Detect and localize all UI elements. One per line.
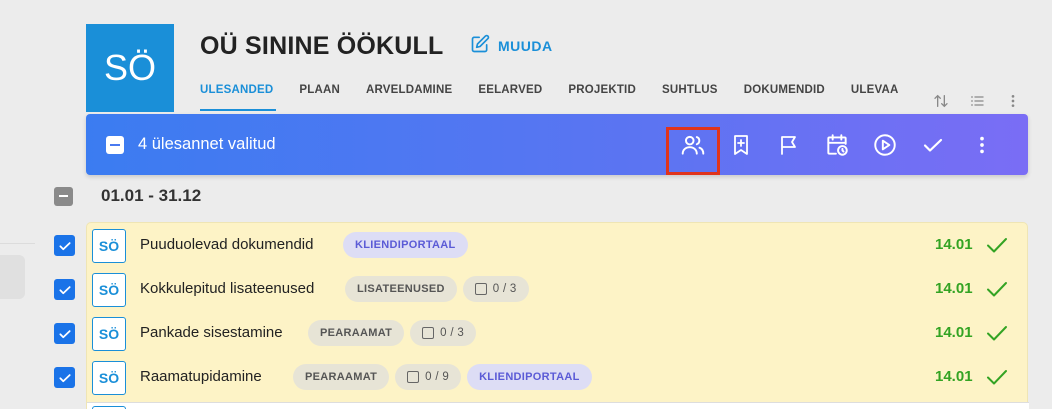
task-tags: PEARAAMAT 0 / 3 xyxy=(308,320,477,346)
checklist-count: 0 / 3 xyxy=(440,327,465,339)
view-tools xyxy=(932,92,1022,110)
task-tags: LISATEENUSED 0 / 3 xyxy=(345,276,529,302)
tab-plaan[interactable]: PLAAN xyxy=(299,84,340,102)
checklist-counter[interactable]: 0 / 3 xyxy=(462,276,529,302)
tag-chip[interactable]: LISATEENUSED xyxy=(345,276,457,302)
flag-icon[interactable] xyxy=(773,129,805,161)
task-row-partial[interactable] xyxy=(87,402,1029,409)
task-tags: PEARAAMAT 0 / 9 KLIENDIPORTAAL xyxy=(293,364,592,390)
checklist-counter[interactable]: 0 / 9 xyxy=(395,364,462,390)
client-avatar-small: SÖ xyxy=(92,317,126,351)
due-date: 14.01 xyxy=(935,236,973,253)
task-checkbox[interactable] xyxy=(54,279,75,300)
client-header: SÖ OÜ SININE ÖÖKULL MUUDA ÜLESANDED PLAA… xyxy=(86,24,1028,114)
more-vertical-icon[interactable] xyxy=(1004,92,1022,110)
due-date: 14.01 xyxy=(935,368,973,385)
task-checkbox[interactable] xyxy=(54,323,75,344)
task-row[interactable]: SÖ Raamatupidamine PEARAAMAT 0 / 9 KLIEN… xyxy=(54,355,1029,399)
add-bookmark-icon[interactable] xyxy=(725,129,757,161)
due-date: 14.01 xyxy=(935,324,973,341)
tag-chip[interactable]: KLIENDIPORTAAL xyxy=(343,232,468,258)
task-checkbox[interactable] xyxy=(54,235,75,256)
schedule-icon[interactable] xyxy=(821,129,853,161)
group-date-range: 01.01 - 31.12 xyxy=(101,186,202,205)
list-view-icon[interactable] xyxy=(968,92,986,110)
left-panel-tab[interactable] xyxy=(0,255,25,299)
task-title[interactable]: Raamatupidamine xyxy=(140,368,262,385)
tag-chip[interactable]: PEARAAMAT xyxy=(308,320,405,346)
deselect-all-checkbox[interactable] xyxy=(106,136,124,154)
task-title[interactable]: Puuduolevad dokumendid xyxy=(140,236,313,253)
task-title[interactable]: Kokkulepitud lisateenused xyxy=(140,280,314,297)
date-group-header: 01.01 - 31.12 xyxy=(54,186,201,206)
tab-eelarved[interactable]: EELARVED xyxy=(478,84,542,102)
checkbox-outline-icon xyxy=(474,283,487,295)
group-checkbox[interactable] xyxy=(54,186,73,206)
task-row[interactable]: SÖ Pankade sisestamine PEARAAMAT 0 / 3 1… xyxy=(54,311,1029,355)
selection-count-text: 4 ülesannet valitud xyxy=(138,135,276,153)
tag-chip[interactable]: KLIENDIPORTAAL xyxy=(467,364,592,390)
client-avatar-small: SÖ xyxy=(92,361,126,395)
client-avatar: SÖ xyxy=(86,24,174,112)
complete-check-icon[interactable] xyxy=(985,277,1009,301)
tab-arveldamine[interactable]: ARVELDAMINE xyxy=(366,84,452,102)
highlight-box xyxy=(666,127,720,175)
left-divider xyxy=(0,243,35,244)
checkbox-outline-icon xyxy=(422,327,435,339)
checklist-count: 0 / 9 xyxy=(425,371,450,383)
tab-suhtlus[interactable]: SUHTLUS xyxy=(662,84,718,102)
tab-dokumendid[interactable]: DOKUMENDID xyxy=(744,84,825,102)
complete-icon[interactable] xyxy=(917,129,949,161)
task-list: SÖ Puuduolevad dokumendid KLIENDIPORTAAL… xyxy=(54,222,1029,409)
complete-check-icon[interactable] xyxy=(985,233,1009,257)
task-row[interactable]: SÖ Kokkulepitud lisateenused LISATEENUSE… xyxy=(54,267,1029,311)
client-avatar-small: SÖ xyxy=(92,229,126,263)
edit-button[interactable]: MUUDA xyxy=(470,34,553,57)
selection-toolbar: 4 ülesannet valitud xyxy=(86,114,1028,175)
edit-label: MUUDA xyxy=(498,37,553,54)
task-title[interactable]: Pankade sisestamine xyxy=(140,324,283,341)
checklist-count: 0 / 3 xyxy=(492,283,517,295)
active-tab-indicator xyxy=(200,109,276,111)
tab-ulesanded[interactable]: ÜLESANDED xyxy=(200,84,273,102)
client-avatar-small: SÖ xyxy=(92,273,126,307)
tab-ulevaade[interactable]: ÜLEVAA xyxy=(851,84,899,102)
task-tags: KLIENDIPORTAAL xyxy=(343,232,468,258)
company-title: OÜ SININE ÖÖKULL xyxy=(200,32,444,60)
checklist-counter[interactable]: 0 / 3 xyxy=(410,320,477,346)
complete-check-icon[interactable] xyxy=(985,321,1009,345)
more-vertical-icon[interactable] xyxy=(966,129,998,161)
tab-projektid[interactable]: PROJEKTID xyxy=(568,84,636,102)
sort-icon[interactable] xyxy=(932,92,950,110)
task-checkbox[interactable] xyxy=(54,367,75,388)
tab-bar: ÜLESANDED PLAAN ARVELDAMINE EELARVED PRO… xyxy=(200,84,904,102)
tag-chip[interactable]: PEARAAMAT xyxy=(293,364,390,390)
edit-icon xyxy=(470,34,490,57)
task-row[interactable]: SÖ Puuduolevad dokumendid KLIENDIPORTAAL… xyxy=(54,223,1029,267)
complete-check-icon[interactable] xyxy=(985,365,1009,389)
checkbox-outline-icon xyxy=(407,371,420,383)
due-date: 14.01 xyxy=(935,280,973,297)
start-icon[interactable] xyxy=(869,129,901,161)
